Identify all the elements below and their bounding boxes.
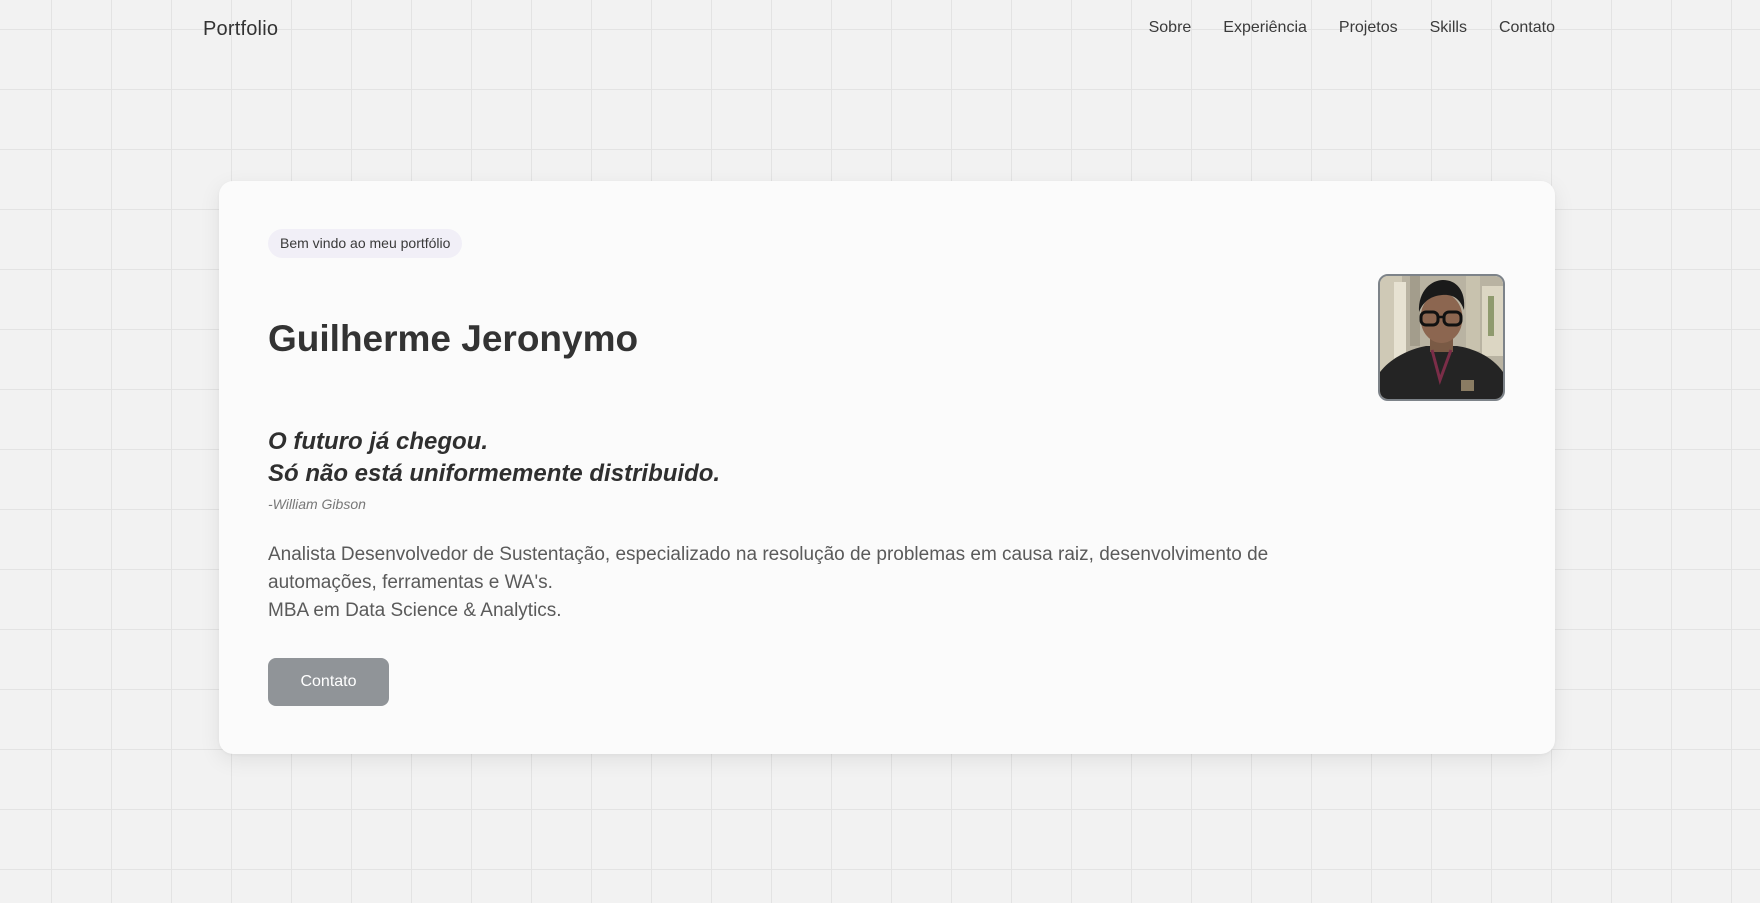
main-nav: Sobre Experiência Projetos Skills Contat… — [1149, 19, 1555, 37]
welcome-badge: Bem vindo ao meu portfólio — [268, 229, 463, 258]
contact-button[interactable]: Contato — [268, 658, 389, 706]
nav-link-experiencia[interactable]: Experiência — [1223, 19, 1307, 37]
nav-link-skills[interactable]: Skills — [1430, 19, 1467, 37]
nav-link-sobre[interactable]: Sobre — [1149, 19, 1192, 37]
brand-logo[interactable]: Portfolio — [203, 18, 278, 41]
quote-line: O futuro já chegou. — [268, 428, 488, 455]
top-navigation: Portfolio Sobre Experiência Projetos Ski… — [0, 0, 1760, 60]
description-line: MBA em Data Science & Analytics. — [268, 600, 562, 621]
avatar-image — [1380, 276, 1503, 399]
profile-photo — [1378, 274, 1505, 401]
nav-link-contato[interactable]: Contato — [1499, 19, 1555, 37]
quote-line: Só não está uniformemente distribuido. — [268, 460, 721, 487]
hero-card: Bem vindo ao meu portfólio Guilherme Jer… — [219, 181, 1555, 754]
hero-quote: O futuro já chegou. Só não está uniforme… — [268, 426, 720, 512]
description-line: Analista Desenvolvedor de Sustentação, e… — [268, 544, 1269, 593]
nav-link-projetos[interactable]: Projetos — [1339, 19, 1398, 37]
hero-description: Analista Desenvolvedor de Sustentação, e… — [268, 541, 1288, 625]
hero-name: Guilherme Jeronymo — [268, 318, 639, 359]
quote-author: -William Gibson — [268, 496, 366, 512]
